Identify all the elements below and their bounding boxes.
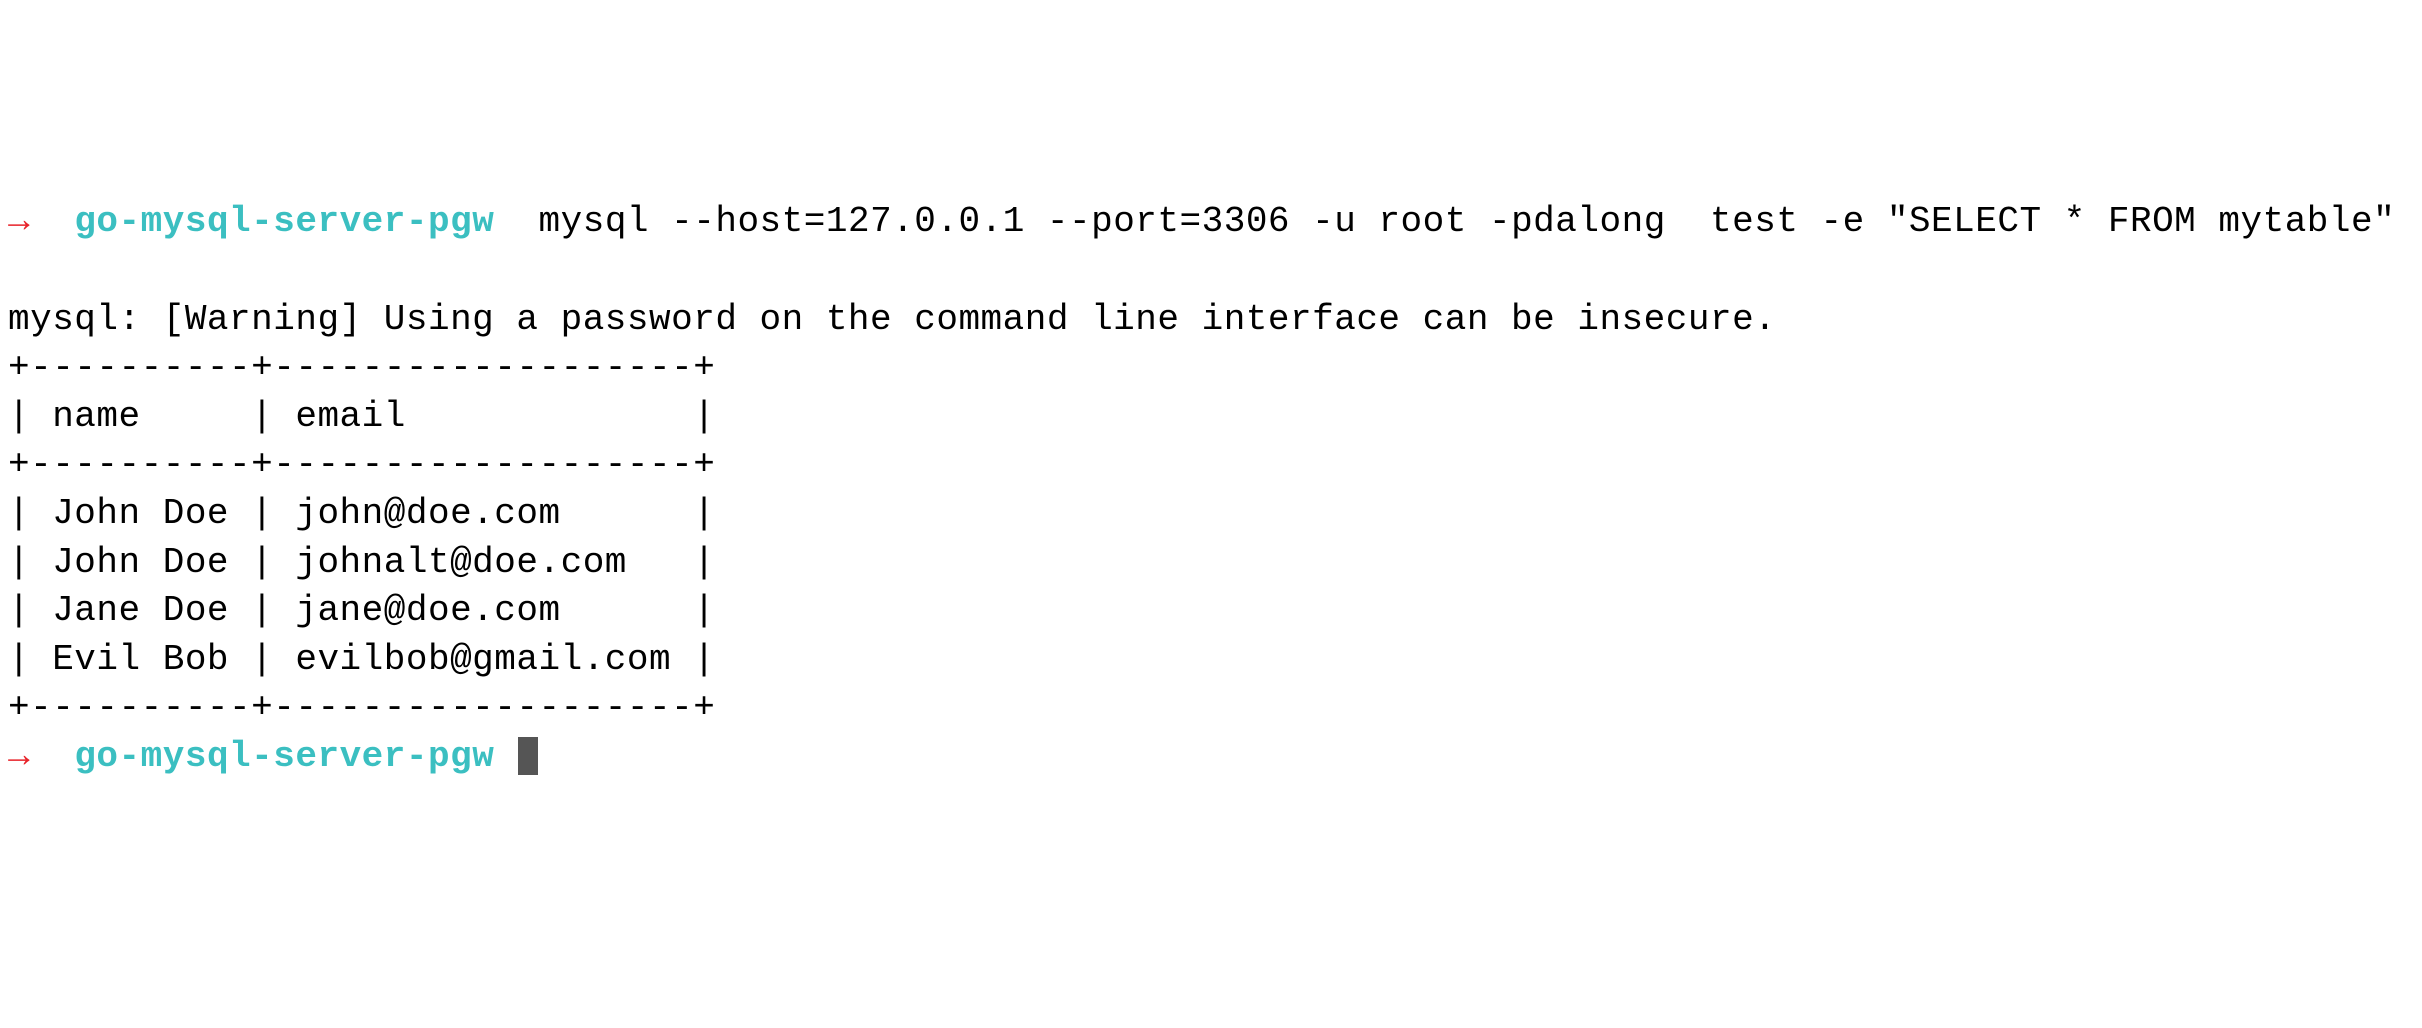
table-row: | Jane Doe | jane@doe.com | bbox=[8, 590, 715, 631]
command-text: mysql --host=127.0.0.1 --port=3306 -u ro… bbox=[539, 201, 2396, 242]
cursor-icon bbox=[518, 737, 538, 775]
table-mid-rule: +----------+-------------------+ bbox=[8, 444, 715, 485]
prompt-directory: go-mysql-server-pgw bbox=[74, 201, 494, 242]
terminal-output[interactable]: → go-mysql-server-pgw mysql --host=127.0… bbox=[8, 198, 2414, 781]
mysql-warning: mysql: [Warning] Using a password on the… bbox=[8, 299, 1776, 340]
table-row: | Evil Bob | evilbob@gmail.com | bbox=[8, 639, 715, 680]
prompt-arrow-icon: → bbox=[8, 736, 30, 777]
blank-line bbox=[8, 250, 30, 291]
table-bottom-rule: +----------+-------------------+ bbox=[8, 687, 715, 728]
prompt-directory: go-mysql-server-pgw bbox=[74, 736, 494, 777]
table-header-row: | name | email | bbox=[8, 396, 715, 437]
prompt-arrow-icon: → bbox=[8, 201, 30, 242]
table-top-rule: +----------+-------------------+ bbox=[8, 347, 715, 388]
table-row: | John Doe | john@doe.com | bbox=[8, 493, 715, 534]
table-row: | John Doe | johnalt@doe.com | bbox=[8, 542, 715, 583]
